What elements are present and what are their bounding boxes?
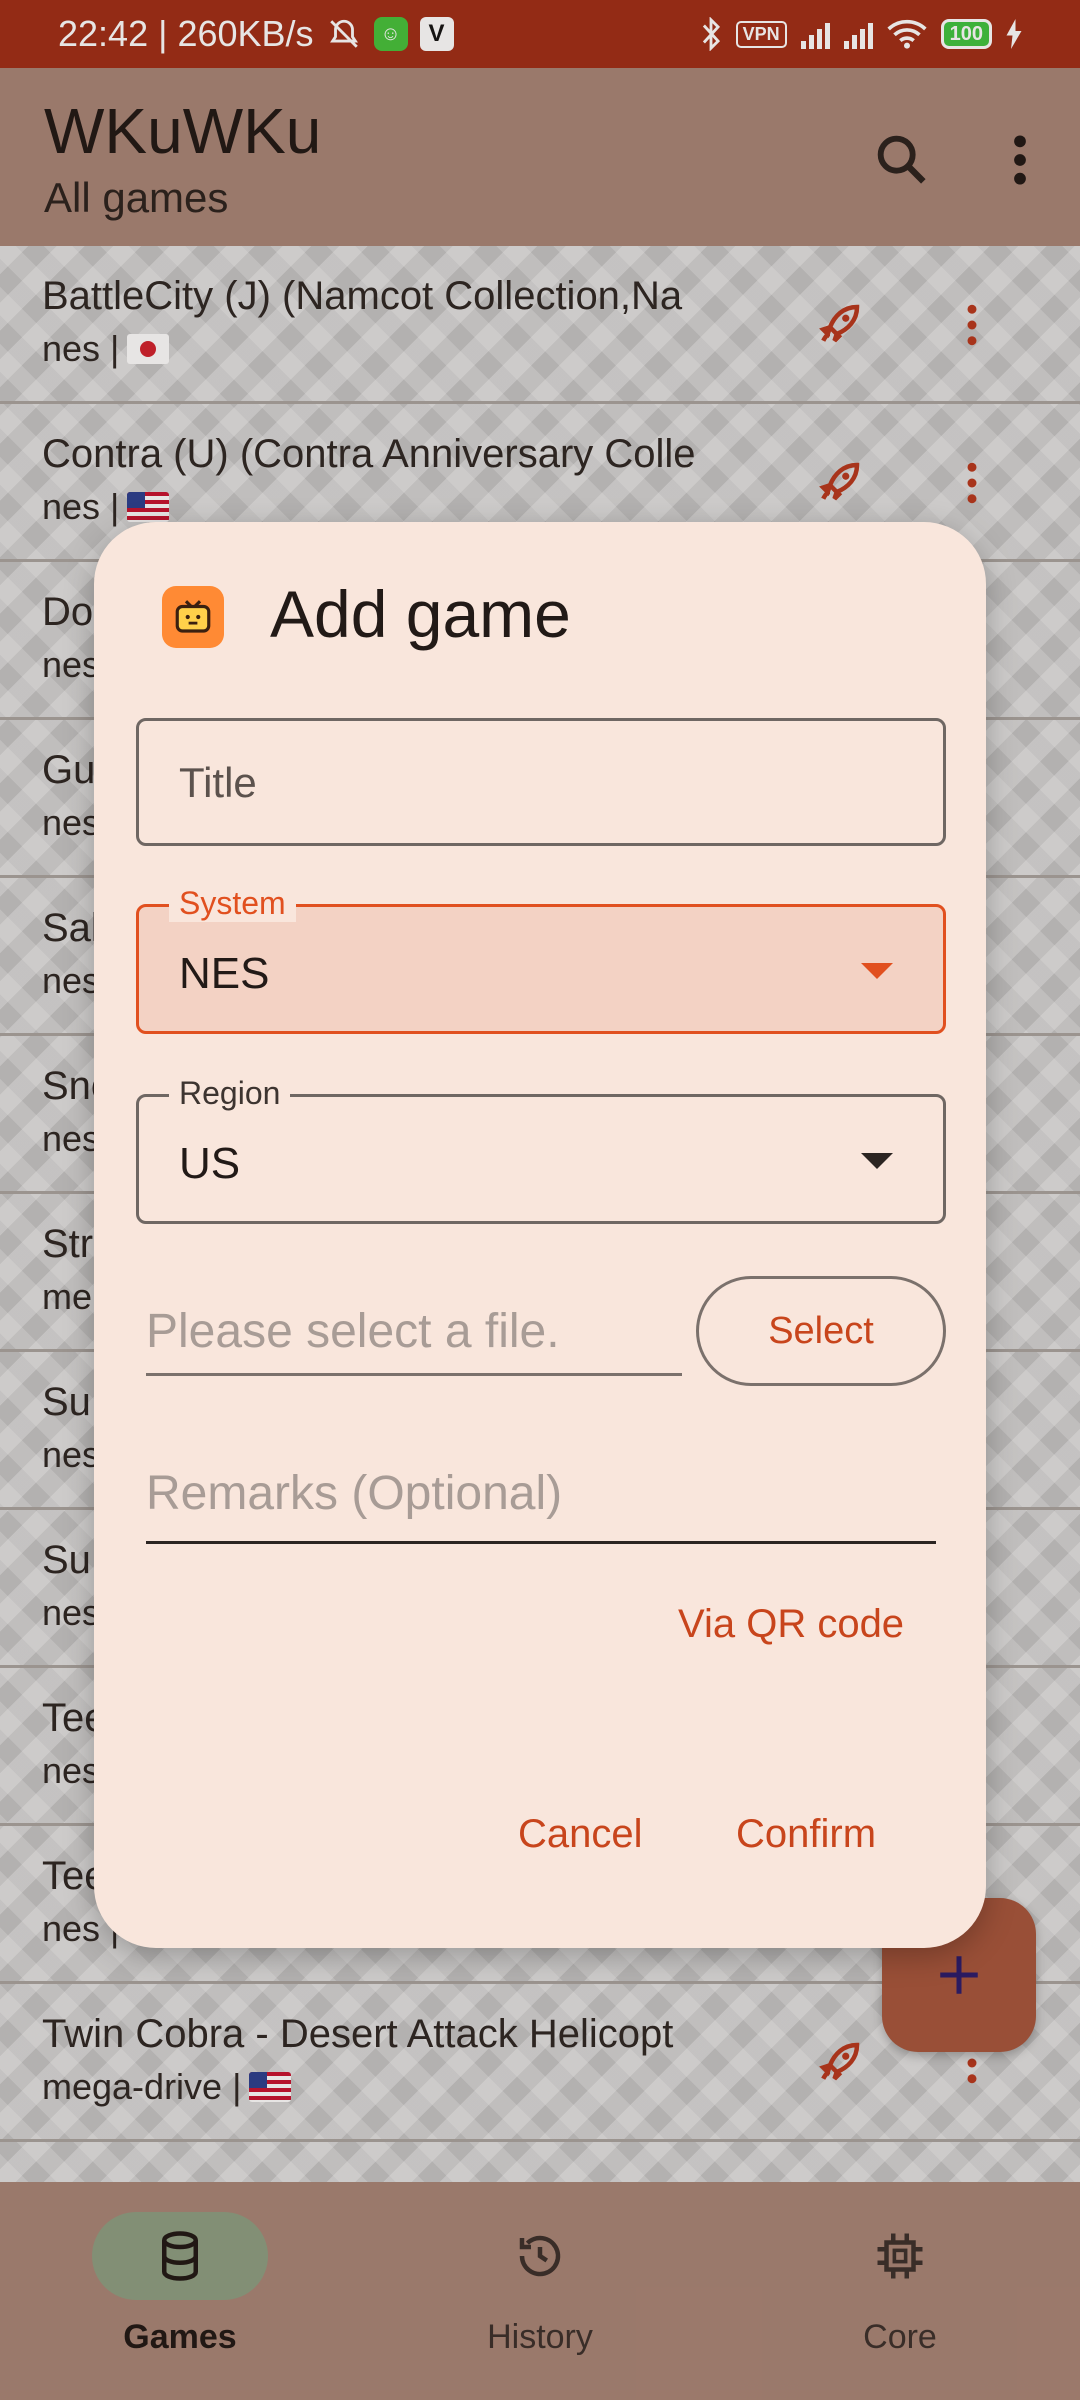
file-input[interactable]: Please select a file. bbox=[146, 1286, 682, 1376]
file-placeholder: Please select a file. bbox=[146, 1305, 560, 1358]
region-value: US bbox=[179, 1139, 241, 1188]
cancel-button[interactable]: Cancel bbox=[518, 1812, 643, 1857]
tv-app-icon bbox=[162, 586, 224, 648]
dropdown-arrow-icon bbox=[861, 1153, 893, 1169]
confirm-button[interactable]: Confirm bbox=[736, 1812, 876, 1857]
add-game-dialog: Add game Title System NES Region US Plea… bbox=[94, 522, 986, 1948]
title-placeholder: Title bbox=[179, 759, 257, 806]
region-select[interactable]: Region US bbox=[136, 1075, 946, 1224]
remarks-input[interactable]: Remarks (Optional) bbox=[146, 1452, 936, 1544]
region-label: Region bbox=[169, 1075, 291, 1112]
system-select[interactable]: System NES bbox=[136, 885, 946, 1034]
dialog-title: Add game bbox=[270, 577, 571, 651]
remarks-placeholder: Remarks (Optional) bbox=[146, 1467, 563, 1520]
dropdown-arrow-icon bbox=[861, 963, 893, 979]
system-value: NES bbox=[179, 949, 270, 998]
title-input[interactable]: Title bbox=[136, 718, 946, 846]
via-qr-code-button[interactable]: Via QR code bbox=[678, 1602, 904, 1647]
select-file-button[interactable]: Select bbox=[696, 1276, 946, 1386]
system-label: System bbox=[169, 885, 296, 922]
